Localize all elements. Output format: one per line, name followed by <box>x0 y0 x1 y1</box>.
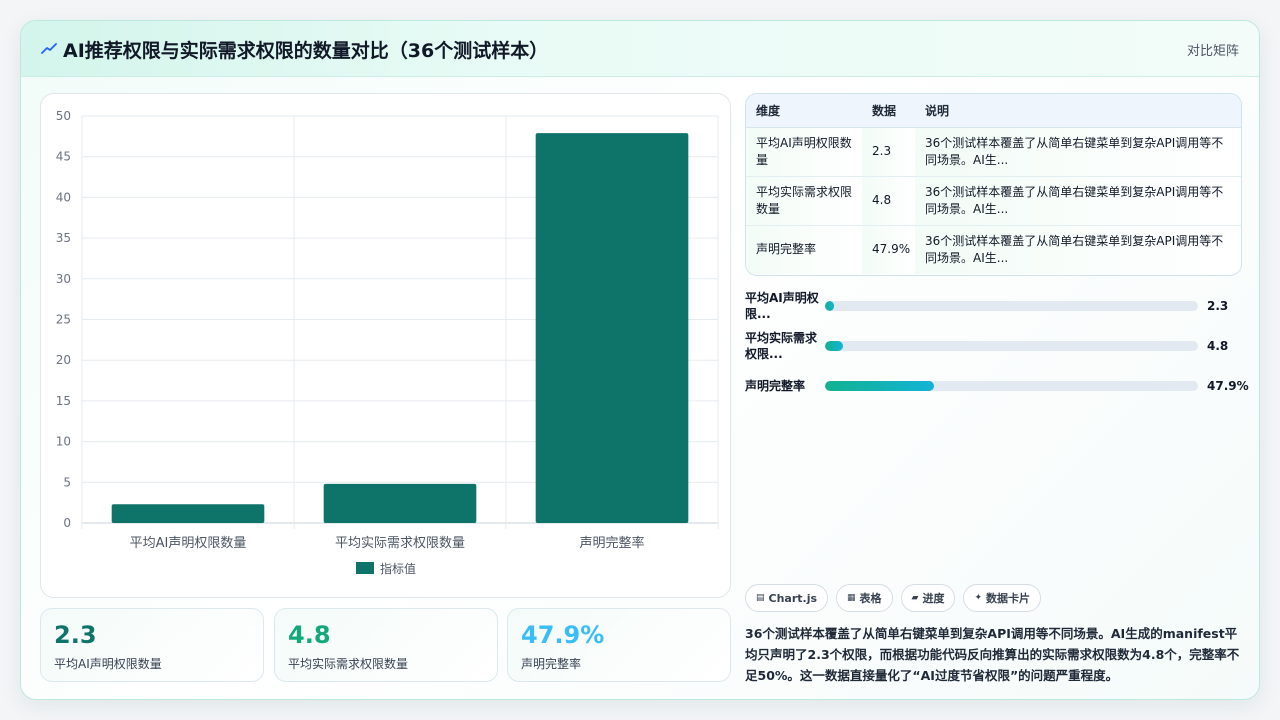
chart-panel: 0 5 10 15 20 25 30 35 40 45 50 平均AI声明权限数量 平均实际需求权限数量… <box>40 93 731 598</box>
y-tick-label: 15 <box>56 394 71 408</box>
y-tick-label: 0 <box>63 516 71 530</box>
y-tick-label: 5 <box>63 475 71 489</box>
y-tick-label: 30 <box>56 272 71 286</box>
progress-row: 平均实际需求权限... 4.8 <box>745 329 1245 363</box>
chip-label: Chart.js <box>768 591 818 605</box>
chip-chartjs[interactable]: ▤ Chart.js <box>745 584 829 612</box>
table-cell-dimension: 声明完整率 <box>746 225 862 274</box>
stat-card-completeness: 47.9% 声明完整率 <box>507 608 731 682</box>
chip-label: 进度 <box>922 592 945 605</box>
data-table-panel: 维度 数据 说明 平均AI声明权限数量 2.3 36个测试样本覆盖了从简单右键菜… <box>745 93 1242 276</box>
table-icon: ▦ <box>847 593 856 603</box>
x-tick-label: 平均AI声明权限数量 <box>130 535 247 551</box>
table-row: 平均AI声明权限数量 2.3 36个测试样本覆盖了从简单右键菜单到复杂API调用… <box>746 127 1241 177</box>
stat-card-declared: 2.3 平均AI声明权限数量 <box>40 608 264 682</box>
table-cell-note: 36个测试样本覆盖了从简单右键菜单到复杂API调用等不同场景。AI生... <box>915 127 1241 177</box>
table-cell-note: 36个测试样本覆盖了从简单右键菜单到复杂API调用等不同场景。AI生... <box>915 176 1241 226</box>
progress-track <box>825 301 1198 311</box>
progress-track <box>825 341 1198 351</box>
compare-matrix-link[interactable]: 对比矩阵 <box>1187 40 1239 59</box>
x-tick-label: 声明完整率 <box>579 535 644 551</box>
trend-line-icon <box>41 43 57 54</box>
table-cell-note: 36个测试样本覆盖了从简单右键菜单到复杂API调用等不同场景。AI生... <box>915 225 1241 274</box>
bar <box>111 504 265 523</box>
chip-label: 表格 <box>859 592 882 605</box>
chip-label: 数据卡片 <box>986 592 1031 605</box>
bar-chart: 0 5 10 15 20 25 30 35 40 45 50 平均AI声明权限数量 平均实际需求权限数量… <box>56 109 719 576</box>
table-row: 声明完整率 47.9% 36个测试样本覆盖了从简单右键菜单到复杂API调用等不同… <box>746 225 1241 274</box>
table-cell-value: 2.3 <box>862 127 915 177</box>
table-cell-value: 4.8 <box>862 176 915 226</box>
progress-value: 47.9% <box>1207 379 1249 393</box>
view-chips: ▤ Chart.js ▦ 表格 ▰ 进度 ✦ 数据卡片 <box>745 584 1042 612</box>
stat-card-required: 4.8 平均实际需求权限数量 <box>274 608 498 682</box>
progress-row: 平均AI声明权限... 2.3 <box>745 289 1245 323</box>
y-tick-label: 25 <box>56 313 71 327</box>
progress-fill <box>825 301 834 311</box>
report-card: AI推荐权限与实际需求权限的数量对比（36个测试样本） 对比矩阵 0 5 10 15 2… <box>20 20 1260 700</box>
legend-label: 指标值 <box>380 561 416 576</box>
header-bar: AI推荐权限与实际需求权限的数量对比（36个测试样本） 对比矩阵 <box>21 21 1259 77</box>
stat-label: 声明完整率 <box>521 657 582 671</box>
column-header: 维度 <box>746 94 862 128</box>
stat-label: 平均实际需求权限数量 <box>288 657 409 671</box>
table-cell-dimension: 平均AI声明权限数量 <box>746 127 862 177</box>
column-header: 数据 <box>862 94 915 128</box>
page-title: AI推荐权限与实际需求权限的数量对比（36个测试样本） <box>63 40 549 62</box>
progress-row: 声明完整率 47.9% <box>745 369 1249 403</box>
y-tick-label: 20 <box>56 353 71 367</box>
bar <box>323 483 477 523</box>
x-tick-label: 平均实际需求权限数量 <box>335 535 465 551</box>
progress-value: 4.8 <box>1207 339 1229 353</box>
sparkle-icon: ✦ <box>974 593 983 603</box>
bar <box>535 133 689 523</box>
chart-icon: ▤ <box>756 593 765 603</box>
summary-text: 36个测试样本覆盖了从简单右键菜单到复杂API调用等不同场景。AI生成的mani… <box>745 626 1240 683</box>
y-tick-label: 10 <box>56 435 71 449</box>
progress-fill <box>825 341 843 351</box>
y-tick-label: 40 <box>56 190 71 204</box>
table-row: 平均实际需求权限数量 4.8 36个测试样本覆盖了从简单右键菜单到复杂API调用… <box>746 176 1241 226</box>
progress-fill <box>825 381 935 391</box>
stat-value: 4.8 <box>288 621 331 649</box>
progress-label: 声明完整率 <box>745 379 806 393</box>
y-tick-label: 50 <box>56 109 71 123</box>
progress-track <box>825 381 1198 391</box>
chip-data-cards[interactable]: ✦ 数据卡片 <box>963 584 1042 612</box>
column-header: 说明 <box>915 94 1241 128</box>
chip-progress[interactable]: ▰ 进度 <box>900 584 956 612</box>
stat-value: 47.9% <box>521 621 605 649</box>
y-tick-label: 35 <box>56 231 71 245</box>
progress-label: 平均实际需求权限... <box>745 331 818 361</box>
data-table: 维度 数据 说明 平均AI声明权限数量 2.3 36个测试样本覆盖了从简单右键菜… <box>746 94 1241 274</box>
progress-icon: ▰ <box>911 593 919 603</box>
chip-table[interactable]: ▦ 表格 <box>836 584 893 612</box>
progress-value: 2.3 <box>1207 299 1229 313</box>
table-cell-value: 47.9% <box>862 225 915 274</box>
stat-label: 平均AI声明权限数量 <box>54 657 162 671</box>
progress-label: 平均AI声明权限... <box>745 291 819 321</box>
table-header-row: 维度 数据 说明 <box>746 94 1241 128</box>
stat-value: 2.3 <box>54 621 97 649</box>
y-tick-label: 45 <box>56 150 71 164</box>
table-cell-dimension: 平均实际需求权限数量 <box>746 176 862 226</box>
legend-swatch <box>356 562 374 574</box>
